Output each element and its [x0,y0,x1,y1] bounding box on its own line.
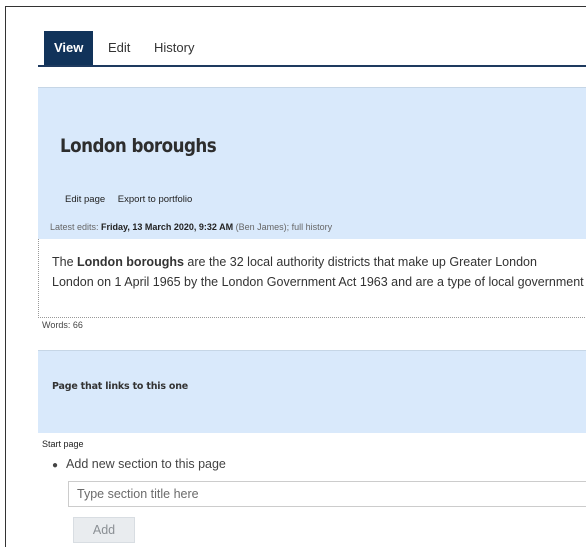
content-text: are the 32 local authority districts tha… [183,255,450,269]
latest-edits-prefix: Latest edits: [50,222,102,232]
full-history-link[interactable]: full history [292,222,333,232]
add-button[interactable]: Add [73,517,135,543]
london-government-act-link[interactable]: London Government Act 1963 [222,275,388,289]
bullet-icon: ● [52,460,59,471]
content-paragraph: The London boroughs are the 32 local aut… [52,252,586,292]
backlinks-title: Page that links to this one [52,381,189,392]
page-header-panel: London boroughs Edit page Export to port… [38,87,586,240]
content-text: The [52,255,78,269]
section-title-input[interactable] [68,481,586,507]
tab-bar: View Edit History [38,27,586,67]
export-to-portfolio-link[interactable]: Export to portfolio [118,194,192,205]
page-actions: Edit page Export to portfolio [65,194,202,205]
tab-edit[interactable]: Edit [98,31,140,65]
latest-edits-date: Friday, 13 March 2020, 9:32 AM [101,222,234,232]
latest-edits-author: (Ben James) [233,222,287,232]
add-section-item: ● Add new section to this page [52,457,226,471]
content-text: London on 1 April 1965 by the [52,275,222,289]
greater-london-link[interactable]: Greater London [449,255,537,269]
backlinks-panel: Page that links to this one [38,350,586,433]
tab-view[interactable]: View [44,31,94,65]
page-title: London boroughs [60,135,217,157]
word-count: Words: 66 [42,320,83,330]
tab-history[interactable]: History [144,31,204,65]
start-page-link[interactable]: Start page [42,439,84,449]
content-text: and are a type of local government [387,275,584,289]
add-section-label: Add new section to this page [66,457,226,471]
latest-edits: Latest edits: Friday, 13 March 2020, 9:3… [50,222,332,232]
page-content: The London boroughs are the 32 local aut… [38,239,586,318]
edit-page-link[interactable]: Edit page [65,194,105,205]
content-bold-term: London boroughs [77,255,184,269]
